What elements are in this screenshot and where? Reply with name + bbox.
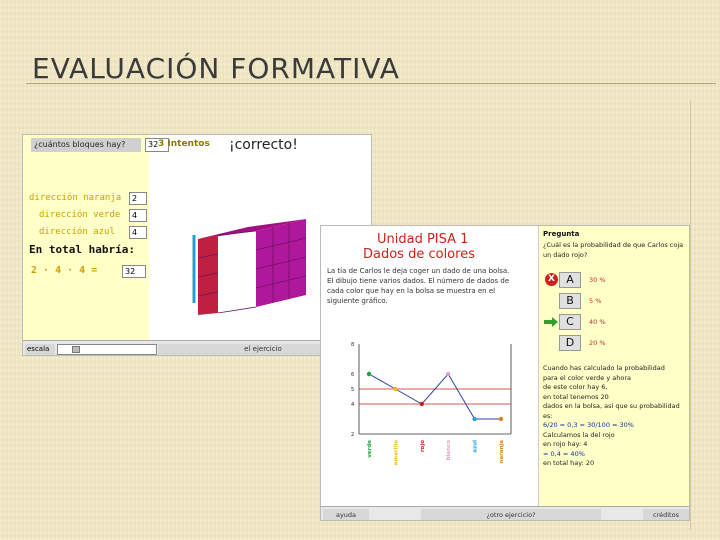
explanation-line: Calculamos la del rojo: [543, 430, 615, 439]
right-divider: [690, 100, 691, 530]
dice-color-chart: 8 6 5 4 2 verde amarillo rojo blanco azul naranja: [351, 342, 512, 466]
result-message: ¡correcto!: [229, 137, 298, 153]
explanation-line: en total hay: 20: [543, 459, 595, 467]
direction-blue-label: dirección azul: [39, 227, 115, 237]
direction-orange-label: dirección naranja: [29, 193, 122, 203]
explanation-line: 6/20 = 0,3 = 30/100 = 30%: [543, 421, 634, 429]
explanation-text: Cuando has calculado la probabilidad par…: [543, 364, 687, 469]
correct-answer-arrow-icon: [544, 317, 558, 327]
chart-category-label: rojo: [420, 440, 426, 452]
explanation-line: en total tenemos 20: [543, 392, 609, 401]
chart-data-point: [472, 416, 477, 422]
chart-data-point: [366, 371, 372, 377]
title-divider: [26, 83, 716, 84]
direction-green-label: dirección verde: [39, 210, 121, 220]
explanation-line: de este color hay 6,: [543, 383, 608, 391]
chart-y-tick-label: 8: [351, 342, 354, 348]
new-exercise-button[interactable]: ¿otro ejercicio?: [421, 509, 601, 520]
chart-y-tick-label: 5: [351, 387, 354, 393]
multiplication-expression: 2 · 4 · 4 =: [31, 265, 98, 276]
unit-subtitle: Dados de colores: [363, 247, 475, 262]
scale-label: escala: [25, 344, 55, 355]
total-label: En total habría:: [29, 243, 135, 256]
option-c-button[interactable]: C: [559, 314, 581, 330]
option-a-value: 30 %: [589, 276, 606, 284]
total-answer-field[interactable]: 32: [122, 265, 146, 278]
chart-y-tick-label: 2: [351, 432, 354, 438]
chart-category-label: azul: [473, 440, 479, 453]
chart-category-label: naranja: [499, 440, 505, 464]
option-d-button[interactable]: D: [559, 335, 581, 351]
scale-slider[interactable]: [57, 344, 157, 355]
chart-category-label: verde: [367, 440, 373, 458]
option-c-value: 40 %: [589, 318, 606, 326]
question-label: ¿cuántos bloques hay?: [31, 138, 141, 152]
chart-data-point: [393, 386, 398, 392]
question-text: ¿Cuál es la probabilidad de que Carlos c…: [543, 241, 684, 259]
question-panel: Pregunta ¿Cuál es la probabilidad de que…: [538, 226, 689, 506]
chart-y-tick-label: 4: [351, 402, 354, 408]
chart-category-label: blanco: [446, 440, 452, 461]
chart-series-line: [368, 373, 501, 420]
direction-orange-field[interactable]: 2: [129, 192, 147, 205]
chart-data-point: [498, 416, 504, 422]
option-d-value: 20 %: [589, 339, 606, 347]
explanation-line: en rojo hay: 4: [543, 440, 588, 448]
question-heading: Pregunta: [543, 230, 580, 238]
chart-y-tick-label: 6: [351, 372, 354, 378]
explanation-line: para el color verde y ahora: [543, 373, 632, 382]
option-a-button[interactable]: A: [559, 272, 581, 288]
slide-title: EVALUACIÓN FORMATIVA: [32, 52, 400, 85]
chart-category-label: amarillo: [393, 440, 399, 466]
intro-text: La tía de Carlos le deja coger un dado d…: [327, 267, 510, 305]
blocks-cube-illustration: [192, 219, 307, 315]
chart-data-point: [419, 401, 424, 407]
option-b-value: 5 %: [589, 297, 602, 305]
unit-title: Unidad PISA 1: [377, 232, 469, 247]
explanation-line: dados en la bolsa, así que su probabilid…: [543, 402, 680, 420]
explanation-line: Cuando has calculado la probabilidad: [543, 364, 665, 372]
explanation-line: = 0,4 = 40%: [543, 449, 585, 458]
credits-button[interactable]: créditos: [643, 509, 689, 520]
wrong-answer-icon: X: [545, 273, 558, 286]
pisa-exercise-window: Unidad PISA 1 Dados de colores La tía de…: [320, 225, 690, 521]
option-b-button[interactable]: B: [559, 293, 581, 309]
attempts-counter: 3 Intentos: [158, 139, 210, 149]
direction-green-field[interactable]: 4: [129, 209, 147, 222]
scale-slider-thumb[interactable]: [72, 346, 80, 353]
direction-blue-field[interactable]: 4: [129, 226, 147, 239]
pisa-bottom-bar: ayuda ¿otro ejercicio? créditos: [321, 506, 689, 520]
help-button[interactable]: ayuda: [323, 509, 369, 520]
chart-data-point: [446, 371, 451, 377]
